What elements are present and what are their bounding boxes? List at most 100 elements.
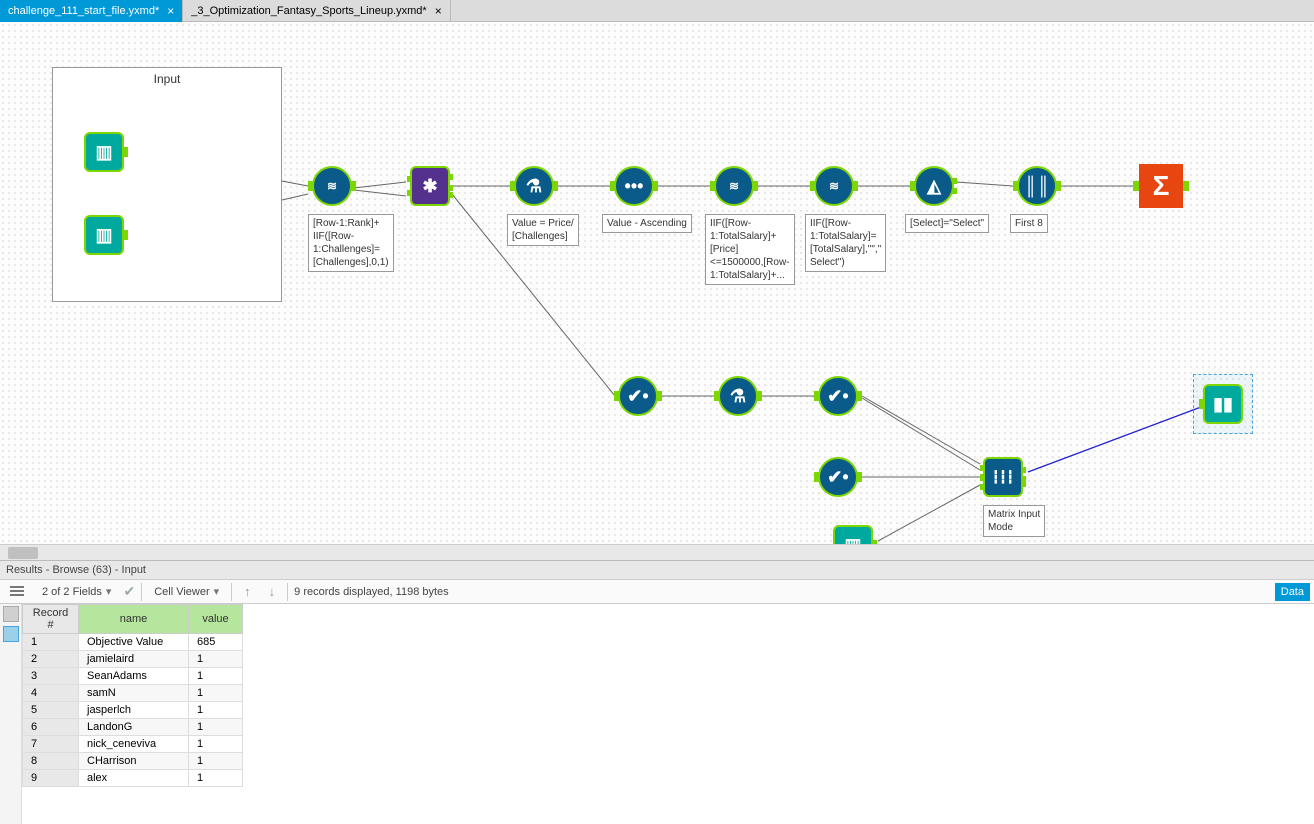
cell-record: 4 <box>23 685 79 702</box>
move-down-button[interactable] <box>263 582 282 601</box>
col-record[interactable]: Record # <box>23 605 79 634</box>
tool-join[interactable]: ✱ <box>410 166 450 206</box>
check-icon: ✔ <box>123 583 135 600</box>
table-row[interactable]: 4samN1 <box>23 685 243 702</box>
cell-record: 7 <box>23 736 79 753</box>
cell-name: samN <box>79 685 189 702</box>
cell-viewer-dropdown[interactable]: Cell Viewer <box>148 583 225 600</box>
table-row[interactable]: 3SeanAdams1 <box>23 668 243 685</box>
horizontal-scrollbar[interactable] <box>0 544 1314 560</box>
table-row[interactable]: 9alex1 <box>23 770 243 787</box>
separator <box>287 583 288 601</box>
table-row[interactable]: 8CHarrison1 <box>23 753 243 770</box>
cell-record: 9 <box>23 770 79 787</box>
tool-browse[interactable]: ▮▮ <box>1203 384 1243 424</box>
cell-record: 1 <box>23 634 79 651</box>
table-row[interactable]: 5jasperlch1 <box>23 702 243 719</box>
table-row[interactable]: 6LandonG1 <box>23 719 243 736</box>
table-row[interactable]: 1Objective Value685 <box>23 634 243 651</box>
cell-name: nick_ceneviva <box>79 736 189 753</box>
tool-formula-1[interactable]: ⚗ <box>514 166 554 206</box>
side-icon-browse[interactable] <box>3 626 19 642</box>
cell-name: SeanAdams <box>79 668 189 685</box>
list-view-button[interactable] <box>4 584 30 600</box>
sample-icon: ║║ <box>1024 177 1050 195</box>
join-icon: ✱ <box>422 177 437 195</box>
tool-select-1[interactable]: ✔• <box>618 376 658 416</box>
fields-dropdown[interactable]: 2 of 2 Fields <box>36 583 117 600</box>
tab-label: _3_Optimization_Fantasy_Sports_Lineup.yx… <box>191 5 426 17</box>
flask-icon: ⚗ <box>730 387 746 405</box>
tool-text-input-1[interactable]: ▥ <box>84 132 124 172</box>
select-icon: ✔• <box>827 468 848 486</box>
binoculars-icon: ▮▮ <box>1213 395 1233 413</box>
annotation-filter1: [Select]="Select" <box>905 214 989 233</box>
book-icon: ▥ <box>95 143 112 161</box>
data-tab-button[interactable]: Data <box>1275 583 1310 601</box>
tool-filter[interactable]: ◭ <box>914 166 954 206</box>
close-icon[interactable]: × <box>435 5 442 17</box>
tab-challenge-111[interactable]: challenge_111_start_file.yxmd* × <box>0 0 183 22</box>
cell-value: 1 <box>189 651 243 668</box>
separator <box>141 583 142 601</box>
records-status: 9 records displayed, 1198 bytes <box>294 586 449 598</box>
table-row[interactable]: 2jamielaird1 <box>23 651 243 668</box>
move-up-button[interactable] <box>238 582 257 601</box>
cell-record: 6 <box>23 719 79 736</box>
tool-optimization[interactable]: ┇┇┇ <box>983 457 1023 497</box>
annotation-formula1: Value = Price/ [Challenges] <box>507 214 579 246</box>
annotation-multirow1: [Row-1:Rank]+ IIF([Row- 1:Challenges]= [… <box>308 214 394 272</box>
multirow-icon: ≋ <box>729 180 739 192</box>
cell-name: CHarrison <box>79 753 189 770</box>
workflow-canvas[interactable]: Input ▥ ▥ ≋ [Row-1:Rank]+ IIF([Row- 1:Ch… <box>0 22 1314 560</box>
annotation-sort1: Value - Ascending <box>602 214 692 233</box>
tool-sort[interactable]: ••• <box>614 166 654 206</box>
multirow-icon: ≋ <box>327 180 337 192</box>
tool-select-2[interactable]: ✔• <box>818 376 858 416</box>
cell-record: 5 <box>23 702 79 719</box>
tool-select-3[interactable]: ✔• <box>818 457 858 497</box>
cell-record: 2 <box>23 651 79 668</box>
tab-optimization-fantasy[interactable]: _3_Optimization_Fantasy_Sports_Lineup.yx… <box>183 0 450 22</box>
results-table-wrap: Record # name value 1Objective Value6852… <box>22 604 243 824</box>
cell-record: 8 <box>23 753 79 770</box>
container-label: Input <box>53 68 281 90</box>
cell-value: 685 <box>189 634 243 651</box>
tab-bar: challenge_111_start_file.yxmd* × _3_Opti… <box>0 0 1314 22</box>
tool-text-input-2[interactable]: ▥ <box>84 215 124 255</box>
results-table: Record # name value 1Objective Value6852… <box>22 604 243 787</box>
results-side-icons <box>0 604 22 824</box>
results-title-bar: Results - Browse (63) - Input <box>0 560 1314 580</box>
results-title: Results - Browse (63) - Input <box>6 564 146 576</box>
side-icon-1[interactable] <box>3 606 19 622</box>
results-body: Record # name value 1Objective Value6852… <box>0 604 1314 824</box>
annotation-sample1: First 8 <box>1010 214 1048 233</box>
multirow-icon: ≋ <box>829 180 839 192</box>
separator <box>231 583 232 601</box>
tool-sample[interactable]: ║║ <box>1017 166 1057 206</box>
annotation-multirow3: IIF([Row- 1:TotalSalary]= [TotalSalary],… <box>805 214 886 272</box>
cell-value: 1 <box>189 736 243 753</box>
col-name[interactable]: name <box>79 605 189 634</box>
container-input[interactable]: Input <box>52 67 282 302</box>
tool-multirow-1[interactable]: ≋ <box>312 166 352 206</box>
book-icon: ▥ <box>95 226 112 244</box>
cell-name: jasperlch <box>79 702 189 719</box>
select-icon: ✔• <box>827 387 848 405</box>
tool-formula-2[interactable]: ⚗ <box>718 376 758 416</box>
col-value[interactable]: value <box>189 605 243 634</box>
sort-icon: ••• <box>625 177 644 195</box>
optimization-icon: ┇┇┇ <box>992 471 1014 483</box>
filter-icon: ◭ <box>927 177 941 195</box>
close-icon[interactable]: × <box>167 5 174 17</box>
cell-record: 3 <box>23 668 79 685</box>
tool-multirow-3[interactable]: ≋ <box>814 166 854 206</box>
tool-summarize[interactable]: Σ <box>1139 164 1183 208</box>
cell-name: alex <box>79 770 189 787</box>
cell-value: 1 <box>189 668 243 685</box>
cell-name: jamielaird <box>79 651 189 668</box>
tool-multirow-2[interactable]: ≋ <box>714 166 754 206</box>
list-icon <box>10 586 24 598</box>
cell-value: 1 <box>189 770 243 787</box>
table-row[interactable]: 7nick_ceneviva1 <box>23 736 243 753</box>
